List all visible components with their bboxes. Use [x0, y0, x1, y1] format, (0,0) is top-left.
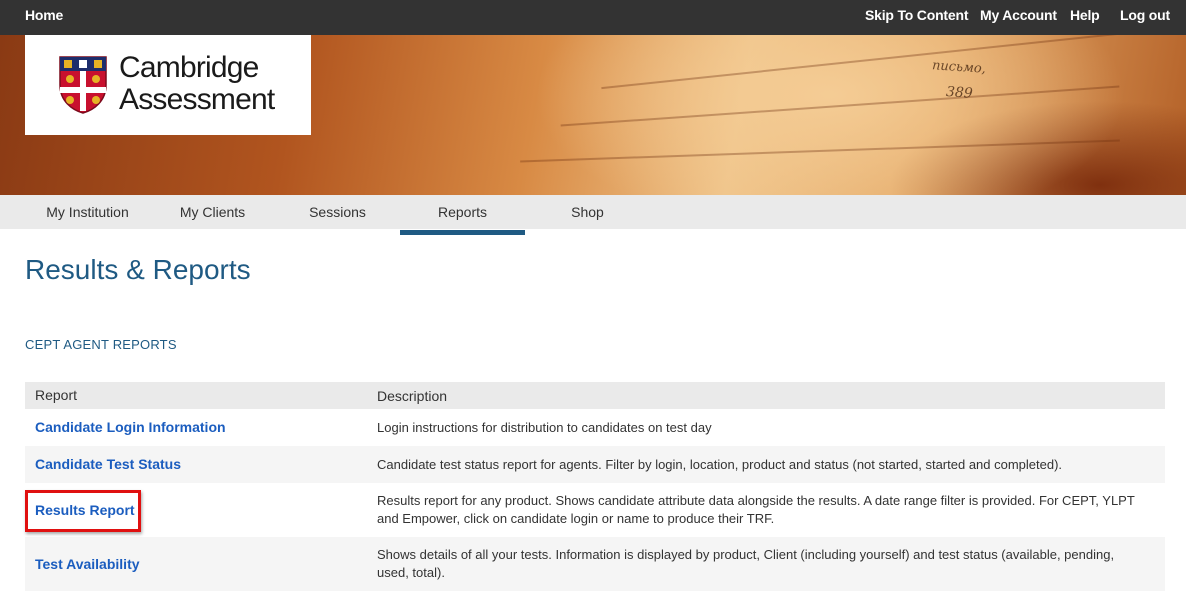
table-row: Candidate Test Status Candidate test sta…	[25, 446, 1165, 483]
report-link-test-availability[interactable]: Test Availability	[35, 556, 140, 572]
tab-my-clients[interactable]: My Clients	[150, 195, 275, 229]
table-row: Candidate Login Information Login instru…	[25, 409, 1165, 446]
top-bar: Home Skip To Content My Account Help Log…	[0, 0, 1186, 35]
results-report-highlight-box	[25, 490, 141, 532]
my-account-link[interactable]: My Account	[980, 0, 1057, 31]
main-nav: My Institution My Clients Sessions Repor…	[0, 195, 1186, 235]
report-description: Shows details of all your tests. Informa…	[377, 547, 1115, 580]
book-page-line	[601, 35, 1119, 90]
report-description: Login instructions for distribution to c…	[377, 420, 712, 435]
tab-my-institution[interactable]: My Institution	[25, 195, 150, 229]
report-link-candidate-test-status[interactable]: Candidate Test Status	[35, 456, 181, 472]
book-page-number: 389	[945, 84, 974, 102]
book-page-line	[520, 139, 1120, 163]
help-link[interactable]: Help	[1070, 0, 1100, 31]
column-header-report: Report	[35, 387, 78, 403]
table-row: Test Availability Shows details of all y…	[25, 537, 1165, 591]
table-row: Results Report Results report for any pr…	[25, 483, 1165, 537]
logo-line-1: Cambridge	[119, 51, 259, 84]
tab-sessions[interactable]: Sessions	[275, 195, 400, 229]
column-header-description: Description	[377, 388, 448, 404]
report-description: Candidate test status report for agents.…	[377, 457, 1063, 472]
cambridge-shield-icon	[59, 56, 107, 114]
tab-reports[interactable]: Reports	[400, 195, 525, 235]
book-page-word: письмо,	[931, 58, 987, 77]
skip-to-content-link[interactable]: Skip To Content	[865, 0, 968, 31]
page-title: Results & Reports	[25, 254, 251, 285]
book-page-line	[560, 85, 1120, 127]
report-description: Results report for any product. Shows ca…	[377, 493, 1135, 526]
cambridge-assessment-logo[interactable]: Cambridge Assessment	[25, 35, 311, 135]
table-header-row: Report Description	[25, 382, 1165, 409]
home-link[interactable]: Home	[25, 0, 63, 31]
section-title: CEPT AGENT REPORTS	[25, 337, 177, 352]
logo-line-2: Assessment	[119, 83, 275, 116]
report-link-candidate-login-information[interactable]: Candidate Login Information	[35, 419, 226, 435]
tab-shop[interactable]: Shop	[525, 195, 650, 229]
log-out-link[interactable]: Log out	[1120, 0, 1170, 31]
logo-wordmark: Cambridge Assessment	[119, 51, 275, 116]
